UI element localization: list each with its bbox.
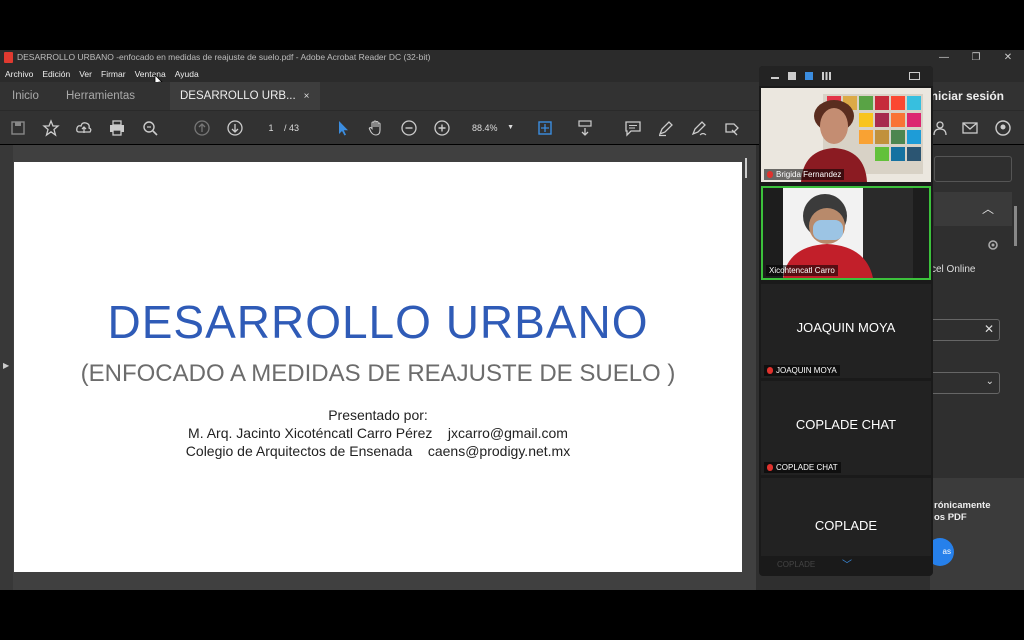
- panel-section-header[interactable]: [934, 192, 1012, 226]
- menu-ver[interactable]: Ver: [79, 66, 92, 82]
- tools-search-input[interactable]: [934, 156, 1012, 182]
- pdf-file-icon: [4, 52, 13, 63]
- strip-view-icon[interactable]: [805, 72, 813, 80]
- menu-ayuda[interactable]: Ayuda: [175, 66, 199, 82]
- promo-text: rónicamente os PDF: [934, 500, 991, 524]
- pdf-page: DESARROLLO URBANO (ENFOCADO A MEDIDAS DE…: [14, 162, 742, 572]
- window-titlebar: DESARROLLO URBANO -enfocado en medidas d…: [0, 50, 1024, 66]
- muted-mic-icon: [767, 367, 773, 374]
- participant-tile[interactable]: COPLADE CHAT COPLADE CHAT: [761, 381, 931, 475]
- muted-mic-icon: [767, 171, 773, 178]
- menu-archivo[interactable]: Archivo: [5, 66, 33, 82]
- scroll-mode-icon[interactable]: [575, 118, 595, 138]
- panel-scrollbar[interactable]: [1014, 200, 1018, 480]
- settings-icon[interactable]: [986, 238, 1000, 252]
- promo-section: [930, 478, 1024, 590]
- participant-name-tag: Xicohtencatl Carro: [766, 265, 838, 276]
- comment-icon[interactable]: [623, 118, 643, 138]
- slide-presented-by: Presentado por:: [328, 407, 428, 423]
- share-user-icon[interactable]: [930, 118, 950, 138]
- participant-name-faded: COPLADE: [777, 560, 816, 569]
- participant-name-tag: JOAQUIN MOYA: [764, 365, 840, 376]
- single-view-icon[interactable]: [788, 72, 796, 80]
- zoom-out-icon[interactable]: [399, 118, 419, 138]
- promo-text-line-1: rónicamente: [934, 500, 991, 511]
- bookmark-star-icon[interactable]: [41, 118, 61, 138]
- participant-tile[interactable]: COPLADE: [761, 478, 931, 556]
- screen-bottom-bar: [0, 590, 1024, 640]
- left-panel-toggle[interactable]: ▶: [0, 145, 13, 590]
- save-icon[interactable]: [8, 118, 28, 138]
- participant-tile[interactable]: JOAQUIN MOYA JOAQUIN MOYA: [761, 284, 931, 378]
- participant-name: COPLADE CHAT: [776, 463, 838, 472]
- page-down-icon[interactable]: [225, 118, 245, 138]
- panel-dropdown[interactable]: ⌄: [930, 372, 1000, 394]
- participant-video-image: [761, 88, 931, 182]
- email-icon[interactable]: [960, 118, 980, 138]
- select-cursor-icon[interactable]: [333, 118, 353, 138]
- tab-herramientas[interactable]: Herramientas: [66, 82, 135, 110]
- fit-page-icon[interactable]: [535, 118, 555, 138]
- panel-scrollbar-thumb[interactable]: [1014, 206, 1017, 246]
- print-icon[interactable]: [107, 118, 127, 138]
- grid-view-icon[interactable]: [822, 72, 831, 80]
- upload-cloud-icon[interactable]: [74, 118, 94, 138]
- scrollbar-thumb[interactable]: [745, 158, 747, 178]
- window-controls: — ❐ ✕: [928, 50, 1024, 66]
- participant-name: JOAQUIN MOYA: [776, 366, 837, 375]
- chevron-up-icon[interactable]: ︿: [982, 200, 994, 217]
- account-icon[interactable]: [993, 118, 1013, 138]
- clear-icon[interactable]: ✕: [984, 322, 994, 336]
- hand-tool-icon[interactable]: [366, 118, 386, 138]
- menu-edicion[interactable]: Edición: [42, 66, 70, 82]
- participant-video-tile[interactable]: Brigida Fernandez: [761, 88, 931, 182]
- tab-inicio[interactable]: Inicio: [12, 82, 39, 110]
- fill-sign-icon[interactable]: [722, 118, 742, 138]
- slide-org-line: Colegio de Arquitectos de Ensenada caens…: [185, 443, 571, 459]
- expand-arrow-icon: ▶: [3, 361, 10, 370]
- minimize-button[interactable]: —: [928, 50, 960, 66]
- participant-name: Xicohtencatl Carro: [769, 266, 835, 275]
- maximize-button[interactable]: ❐: [960, 50, 992, 66]
- zoom-level-value: 88.4%: [472, 123, 498, 133]
- page-number-input[interactable]: 1: [258, 119, 284, 137]
- chevron-down-icon: ▼: [507, 124, 514, 131]
- fullscreen-panel-icon[interactable]: [909, 72, 920, 80]
- draw-freeform-icon[interactable]: [689, 118, 709, 138]
- zoom-search-icon[interactable]: [140, 118, 160, 138]
- participant-name-tag: COPLADE CHAT: [764, 462, 841, 473]
- chevron-down-icon: ⌄: [985, 376, 994, 387]
- participant-name-tag: Brigida Fernandez: [764, 169, 845, 180]
- chevron-down-icon[interactable]: ﹀: [842, 556, 852, 571]
- page-up-icon[interactable]: [192, 118, 212, 138]
- document-scrollbar[interactable]: [743, 150, 749, 590]
- participant-video-tile-active[interactable]: Xicohtencatl Carro: [761, 186, 931, 280]
- excel-online-label: cel Online: [931, 264, 976, 275]
- zoom-in-icon[interactable]: [432, 118, 452, 138]
- minimize-panel-icon[interactable]: [771, 77, 779, 79]
- close-window-button[interactable]: ✕: [992, 50, 1024, 66]
- participant-name: Brigida Fernandez: [776, 170, 842, 179]
- slide-author-line: M. Arq. Jacinto Xicoténcatl Carro Pérez …: [188, 425, 568, 441]
- tab-document[interactable]: DESARROLLO URB... ×: [170, 82, 320, 110]
- muted-mic-icon: [767, 464, 773, 471]
- highlight-pen-icon[interactable]: [656, 118, 676, 138]
- participant-display-name: JOAQUIN MOYA: [796, 320, 896, 335]
- slide-subtitle: (ENFOCADO A MEDIDAS DE REAJUSTE DE SUELO…: [80, 360, 676, 387]
- sign-in-link[interactable]: Iniciar sesión: [927, 82, 1004, 110]
- window-title: DESARROLLO URBANO -enfocado en medidas d…: [17, 52, 431, 62]
- page-total: / 43: [284, 123, 300, 133]
- participant-display-name: COPLADE: [814, 518, 878, 533]
- panel-text-input[interactable]: ✕: [930, 319, 1000, 341]
- participant-display-name: COPLADE CHAT: [795, 417, 897, 432]
- slide-title: DESARROLLO URBANO: [107, 296, 649, 348]
- video-panel-toolbar: [759, 66, 933, 86]
- zoom-level-select[interactable]: 88.4% ▼: [466, 119, 520, 137]
- promo-text-line-2: os PDF: [934, 512, 967, 523]
- menu-firmar[interactable]: Firmar: [101, 66, 126, 82]
- tab-document-label: DESARROLLO URB...: [180, 90, 296, 102]
- more-participants-bar[interactable]: COPLADE ﹀: [760, 556, 932, 574]
- tab-close-icon[interactable]: ×: [304, 91, 310, 102]
